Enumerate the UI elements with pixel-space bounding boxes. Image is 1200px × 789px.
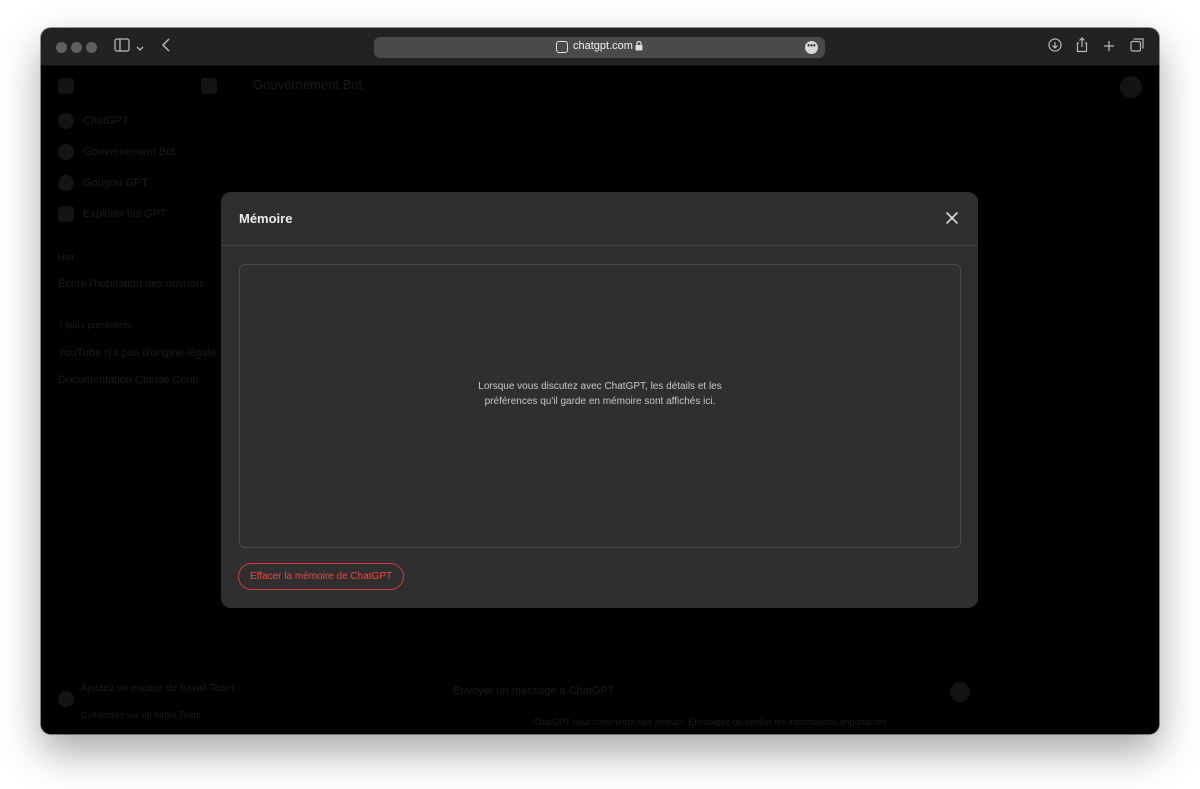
back-arrow-icon[interactable] xyxy=(159,37,173,57)
zoom-window-dot[interactable] xyxy=(86,42,97,53)
browser-window: chatgpt.com ••• ChatGPT Gouvernement Bot… xyxy=(41,28,1159,734)
sidebar-icon xyxy=(58,78,74,94)
memory-empty-message: Lorsque vous discutez avec ChatGPT, les … xyxy=(240,379,960,409)
lock-icon xyxy=(635,40,643,54)
sidebar-item-chatgpt: ChatGPT xyxy=(83,115,129,127)
chevron-down-icon[interactable] xyxy=(135,37,145,57)
url-text: chatgpt.com xyxy=(573,40,633,52)
history-item: YouTube n'a pas d'origine légale xyxy=(58,347,217,359)
share-icon[interactable] xyxy=(1074,37,1090,57)
footer-disclaimer: ChatGPT peut commettre des erreurs. Envi… xyxy=(533,717,890,727)
chatgpt-logo-icon xyxy=(58,113,74,129)
site-favicon-icon xyxy=(556,41,568,53)
new-chat-icon xyxy=(201,78,217,94)
modal-header: Mémoire xyxy=(221,192,978,246)
chat-header-title: Gouvernement Bot xyxy=(253,77,363,92)
sidebar-item-gpt-1: Gouvernement Bot xyxy=(83,146,176,158)
explore-grid-icon xyxy=(58,206,74,222)
chat-page-dimmed: ChatGPT Gouvernement Bot Gougou GPT Expl… xyxy=(41,66,1159,734)
send-icon xyxy=(950,682,970,702)
history-section-label: Hier xyxy=(58,252,75,262)
new-tab-icon[interactable] xyxy=(1101,37,1117,57)
minimize-window-dot[interactable] xyxy=(71,42,82,53)
memory-list-panel: Lorsque vous discutez avec ChatGPT, les … xyxy=(239,264,961,548)
upgrade-title: Ajoutez un espace de travail Team xyxy=(81,683,234,694)
close-window-dot[interactable] xyxy=(56,42,67,53)
page-menu-icon[interactable]: ••• xyxy=(805,41,818,54)
clear-memory-button[interactable]: Effacer la mémoire de ChatGPT xyxy=(238,563,405,590)
gpt-avatar-icon xyxy=(58,144,74,160)
sidebar-item-gpt-2: Gougou GPT xyxy=(83,177,148,189)
tab-overview-icon[interactable] xyxy=(1129,37,1145,57)
gpt-avatar-icon xyxy=(58,175,74,191)
close-icon[interactable] xyxy=(942,208,962,228)
team-icon xyxy=(58,691,74,707)
memory-empty-line-1: Lorsque vous discutez avec ChatGPT, les … xyxy=(478,381,722,392)
address-bar[interactable]: chatgpt.com ••• xyxy=(374,37,825,58)
user-avatar xyxy=(1120,76,1142,98)
sidebar-toggle-icon[interactable] xyxy=(113,37,131,57)
history-item: Documentation Clause Coup xyxy=(58,374,199,386)
history-item: Écrire l'habitation des ouvriers xyxy=(58,278,206,290)
download-icon[interactable] xyxy=(1047,37,1063,57)
memory-modal: Mémoire Lorsque vous discutez avec ChatG… xyxy=(221,192,978,608)
browser-toolbar: chatgpt.com ••• xyxy=(41,28,1159,66)
composer-placeholder: Envoyer un message à ChatGPT xyxy=(453,685,615,697)
sidebar-item-explore: Explorer les GPT xyxy=(83,208,167,220)
memory-empty-line-2: préférences qu'il garde en mémoire sont … xyxy=(484,396,716,407)
modal-title: Mémoire xyxy=(239,211,293,226)
upgrade-subtitle: Collaborez sur un forfait Team xyxy=(81,710,201,720)
history-section-label: 7 jours précédents xyxy=(58,320,133,330)
